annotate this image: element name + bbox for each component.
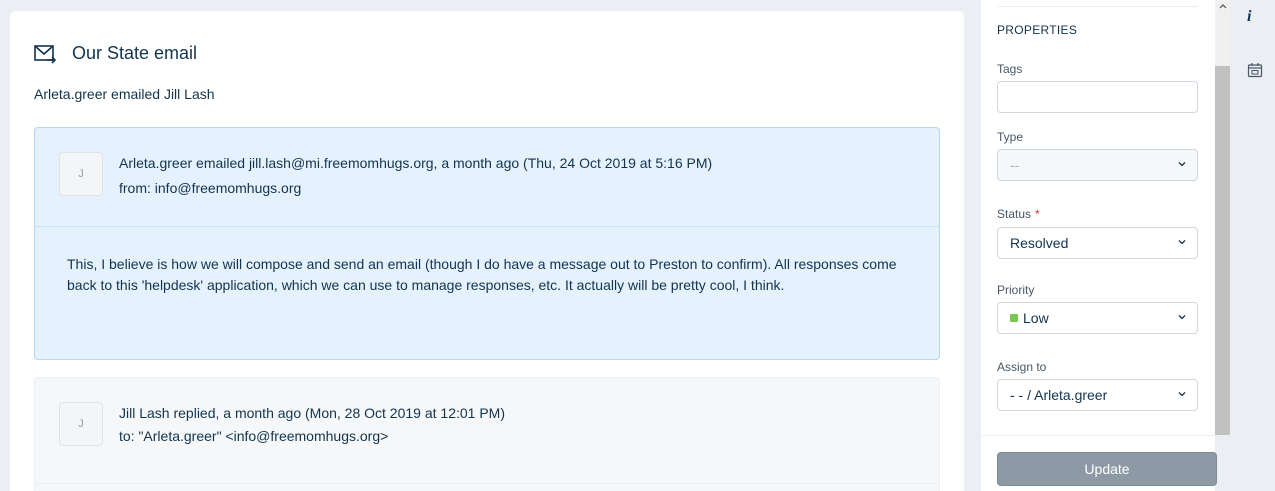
- ticket-title: Our State email: [72, 43, 198, 63]
- chevron-down-icon: [1178, 240, 1186, 245]
- priority-color-dot: [1010, 314, 1018, 322]
- avatar[interactable]: J: [59, 402, 103, 446]
- conversation-thread: J Arleta.greer emailed jill.lash@mi.free…: [34, 127, 940, 360]
- scroll-thumb[interactable]: [1215, 66, 1230, 435]
- thread-meta: Jill Lash replied, a month ago (Mon, 28 …: [119, 405, 505, 421]
- type-value: --: [1010, 157, 1020, 173]
- assign-value: - - / Arleta.greer: [1010, 387, 1108, 403]
- info-icon[interactable]: i: [1247, 8, 1251, 26]
- thread-to: to: "Arleta.greer" <info@freemomhugs.org…: [119, 428, 389, 444]
- assign-label: Assign to: [997, 360, 1047, 374]
- update-button[interactable]: Update: [997, 452, 1217, 486]
- tags-input[interactable]: [997, 81, 1198, 113]
- chevron-down-icon: [1178, 162, 1186, 167]
- properties-scrollbar[interactable]: [1215, 0, 1230, 435]
- scroll-up-arrow-icon[interactable]: [1215, 0, 1230, 12]
- type-label: Type: [997, 130, 1024, 144]
- ticket-detail-card: Our State email Arleta.greer emailed Jil…: [10, 11, 964, 491]
- right-rail: i: [1230, 0, 1275, 491]
- email-icon: [34, 44, 56, 64]
- calendar-icon[interactable]: [1247, 62, 1263, 78]
- status-value: Resolved: [1010, 235, 1069, 251]
- type-select[interactable]: --: [997, 149, 1198, 181]
- properties-panel: PROPERTIES Tags Type -- Status * Resolved…: [981, 0, 1217, 491]
- chevron-down-icon: [1178, 315, 1186, 320]
- divider: [997, 6, 1198, 7]
- required-marker: *: [1035, 207, 1040, 221]
- priority-value: Low: [1023, 310, 1049, 326]
- avatar[interactable]: J: [59, 152, 103, 196]
- thread-from: from: info@freemomhugs.org: [119, 180, 302, 196]
- thread-meta: Arleta.greer emailed jill.lash@mi.freemo…: [119, 155, 713, 171]
- chevron-down-icon: [1178, 392, 1186, 397]
- ticket-header: Our State email: [34, 43, 197, 64]
- ticket-subtitle: Arleta.greer emailed Jill Lash: [34, 86, 215, 102]
- thread-header: J Jill Lash replied, a month ago (Mon, 2…: [35, 378, 939, 484]
- properties-footer: Update: [981, 435, 1217, 491]
- conversation-thread: J Jill Lash replied, a month ago (Mon, 2…: [34, 377, 940, 491]
- thread-body: This, I believe is how we will compose a…: [67, 256, 897, 293]
- priority-label: Priority: [997, 283, 1035, 297]
- status-label-text: Status: [997, 207, 1032, 221]
- thread-header: J Arleta.greer emailed jill.lash@mi.free…: [35, 128, 939, 227]
- properties-heading: PROPERTIES: [997, 23, 1078, 37]
- tags-label: Tags: [997, 62, 1023, 76]
- status-label: Status *: [997, 207, 1040, 221]
- priority-select[interactable]: Low: [997, 302, 1198, 334]
- status-select[interactable]: Resolved: [997, 227, 1198, 259]
- assign-select[interactable]: - - / Arleta.greer: [997, 379, 1198, 411]
